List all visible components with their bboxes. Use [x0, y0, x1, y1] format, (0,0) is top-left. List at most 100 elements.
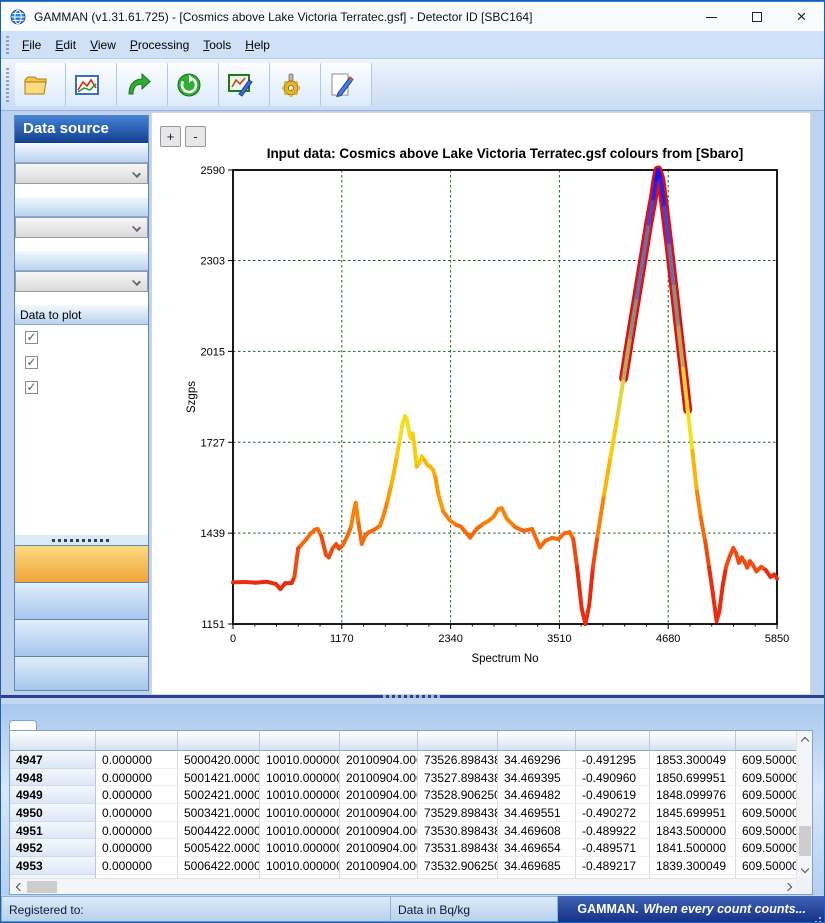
menu-view[interactable]: View: [83, 31, 123, 59]
table-cell: 4948: [10, 769, 96, 787]
vertical-scrollbar[interactable]: [796, 731, 812, 878]
table-cell: 73532.906250: [418, 857, 498, 875]
sidebar-nav-z-range[interactable]: [15, 582, 148, 619]
tagged-records-checkbox[interactable]: ✓: [25, 356, 38, 369]
table-row[interactable]: 49480.0000005001421.000010010.0000002010…: [10, 769, 797, 787]
column-header-stime[interactable]: [418, 731, 498, 751]
normal-records-checkbox[interactable]: ✓: [25, 331, 38, 344]
table-cell: 34.469654: [498, 839, 576, 857]
z-axis-dropdown[interactable]: [15, 271, 148, 292]
vertical-scroll-thumb[interactable]: [799, 826, 811, 856]
horizontal-scroll-thumb[interactable]: [27, 881, 57, 893]
column-header-sxgps[interactable]: [498, 731, 576, 751]
table-cell: 609.500000: [736, 839, 797, 857]
close-button[interactable]: ×: [779, 2, 824, 32]
menu-tools[interactable]: Tools: [196, 31, 238, 59]
scroll-down-button[interactable]: [797, 862, 813, 878]
scroll-right-button[interactable]: [781, 879, 797, 895]
column-header-sdate[interactable]: [340, 731, 418, 751]
horizontal-scrollbar[interactable]: [10, 878, 797, 894]
plot-settings-button[interactable]: [270, 63, 321, 106]
table-cell: -0.491295: [576, 751, 650, 769]
tab-raw-data[interactable]: [9, 720, 37, 730]
tab-processed-data[interactable]: [37, 721, 63, 730]
spectrum-chart-icon: [74, 72, 100, 98]
selection-button[interactable]: [117, 63, 168, 106]
table-row[interactable]: 49500.0000005003421.000010010.0000002010…: [10, 804, 797, 822]
minimize-button[interactable]: [689, 2, 734, 32]
toolbar: [1, 59, 824, 111]
table-cell: 0.000000: [96, 804, 178, 822]
maximize-button[interactable]: [734, 2, 779, 32]
table-row[interactable]: 49520.0000005005422.000010010.0000002010…: [10, 839, 797, 857]
status-bar: Registered to: Data in Bq/kg GAMMAN. Whe…: [1, 895, 824, 923]
menu-grip[interactable]: [6, 36, 9, 54]
table-cell: 609.500000: [736, 786, 797, 804]
table-row[interactable]: 49530.0000005006422.000010010.0000002010…: [10, 857, 797, 875]
chevron-up-icon: [801, 736, 809, 744]
menu-file[interactable]: File: [15, 31, 48, 59]
scroll-left-button[interactable]: [10, 879, 26, 895]
table-cell: 5003421.0000: [178, 804, 260, 822]
sidebar-nav-data-source[interactable]: [15, 545, 148, 582]
process-icon: [176, 72, 202, 98]
table-row[interactable]: 49470.0000005000420.000010010.0000002010…: [10, 751, 797, 769]
tab-airborne-fsa[interactable]: [63, 721, 89, 730]
menu-edit[interactable]: Edit: [48, 31, 83, 59]
process-all-button[interactable]: [168, 63, 219, 106]
horizontal-splitter[interactable]: [1, 695, 824, 704]
resize-grip[interactable]: [819, 917, 821, 919]
svg-text:2015: 2015: [201, 346, 225, 358]
plot-button[interactable]: [219, 63, 270, 106]
table-row[interactable]: 49510.0000005004422.000010010.0000002010…: [10, 822, 797, 840]
view-log-button[interactable]: [321, 63, 372, 106]
highlight-selection-checkbox[interactable]: ✓: [25, 381, 38, 394]
menu-help[interactable]: Help: [238, 31, 277, 59]
table-cell: 4951: [10, 822, 96, 840]
pencil-icon: [329, 72, 355, 98]
table-row[interactable]: 49490.0000005002421.000010010.0000002010…: [10, 786, 797, 804]
highlight-selection-checkbox-row: ✓: [15, 375, 148, 400]
menu-bar: FileEditViewProcessingToolsHelp: [1, 31, 824, 59]
column-header-clocktime[interactable]: [178, 731, 260, 751]
table-cell: 5002421.0000: [178, 786, 260, 804]
table-cell: 1839.300049: [650, 857, 736, 875]
table-cell: 10010.000000: [260, 804, 340, 822]
table-cell: 0.000000: [96, 857, 178, 875]
scroll-up-button[interactable]: [797, 731, 813, 747]
svg-text:1170: 1170: [330, 633, 354, 645]
table-cell: -0.489922: [576, 822, 650, 840]
x-axis-dropdown[interactable]: [15, 163, 148, 184]
column-header-swayp[interactable]: [260, 731, 340, 751]
sidebar-empty-block: [15, 656, 148, 690]
table-cell: 0.000000: [96, 786, 178, 804]
selection-arrow-icon: [125, 72, 151, 98]
sidebar-splitter[interactable]: [15, 535, 148, 545]
toolbar-grip[interactable]: [6, 68, 9, 102]
chart-plot[interactable]: 0117023403510468058501151143917272015230…: [152, 113, 810, 694]
table-cell: 20100904.000: [340, 839, 418, 857]
column-header-spectrum-no[interactable]: [10, 731, 96, 751]
table-cell: 20100904.000: [340, 786, 418, 804]
brand-zone: GAMMAN. When every count counts...: [558, 896, 824, 922]
y-axis-dropdown[interactable]: [15, 217, 148, 238]
menu-processing[interactable]: Processing: [123, 31, 196, 59]
column-header-szgps[interactable]: [650, 731, 736, 751]
chevron-down-icon: [801, 864, 809, 872]
column-header-st[interactable]: [96, 731, 178, 751]
sidebar-nav-tagging[interactable]: [15, 619, 148, 656]
table-cell: 10010.000000: [260, 839, 340, 857]
table-cell: 34.469685: [498, 857, 576, 875]
tab-strip: [9, 704, 89, 730]
column-header-sygps[interactable]: [576, 731, 650, 751]
table-cell: 10010.000000: [260, 822, 340, 840]
table-cell: 5005422.0000: [178, 839, 260, 857]
bottom-panel: 49470.0000005000420.000010010.0000002010…: [1, 704, 824, 895]
table-cell: 34.469551: [498, 804, 576, 822]
spec-view-button[interactable]: [66, 63, 117, 106]
table-cell: 1848.099976: [650, 786, 736, 804]
table-cell: 1841.500000: [650, 839, 736, 857]
table-cell: 4947: [10, 751, 96, 769]
column-header-sralt[interactable]: [736, 731, 797, 751]
open-button[interactable]: [15, 63, 66, 106]
